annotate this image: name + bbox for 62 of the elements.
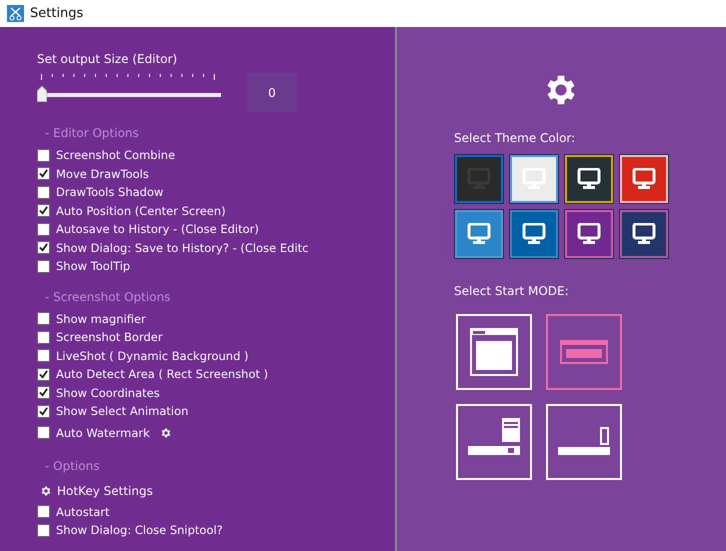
option-label: Screenshot Border (56, 330, 163, 344)
monitor-icon (632, 223, 656, 245)
option-label: Show Dialog: Save to History? - (Close Editc (56, 240, 308, 255)
checkbox[interactable] (37, 260, 50, 273)
start-mode-option[interactable] (546, 314, 622, 390)
checkbox[interactable] (37, 148, 50, 162)
theme-swatch[interactable] (619, 209, 669, 259)
option-label: Auto Position (Center Screen) (56, 204, 226, 218)
option-label: Show ToolTip (56, 259, 130, 274)
checkbox[interactable] (37, 349, 50, 362)
theme-swatch[interactable] (564, 209, 614, 259)
option-label: Move DrawTools (56, 166, 149, 181)
theme-swatch[interactable] (564, 154, 614, 204)
option-label: Auto Watermark (56, 426, 150, 440)
gear-icon (40, 484, 52, 496)
theme-swatch[interactable] (509, 209, 559, 259)
checkbox[interactable] (37, 524, 50, 537)
checkbox[interactable] (37, 426, 50, 439)
monitor-icon (632, 168, 656, 190)
slider-thumb[interactable] (37, 86, 47, 102)
option-label: Show magnifier (56, 312, 146, 326)
section-heading: - Options (45, 458, 100, 472)
option-label: Show Select Animation (56, 404, 188, 418)
checkbox[interactable] (37, 404, 50, 418)
monitor-icon (577, 168, 601, 190)
theme-swatch[interactable] (454, 209, 504, 259)
checkbox[interactable] (37, 204, 50, 218)
section-heading: - Screenshot Options (45, 290, 172, 304)
section-heading: - Editor Options (45, 126, 140, 140)
option-label: Show Dialog: Close Sniptool? (56, 523, 223, 538)
checkbox[interactable] (37, 312, 50, 326)
monitor-icon (522, 223, 546, 245)
window-title: Settings (30, 6, 84, 21)
window-icon (470, 328, 518, 376)
scissors-icon (7, 5, 24, 22)
checkbox[interactable] (37, 505, 50, 518)
checkbox[interactable] (37, 368, 50, 381)
option-label: LiveShot ( Dynamic Background ) (56, 348, 249, 363)
option-label: Auto Detect Area ( Rect Screenshot ) (56, 367, 268, 382)
monitor-icon (577, 223, 601, 245)
option-label: Autostart (56, 504, 110, 519)
taskbar-icon (558, 427, 610, 457)
checkbox[interactable] (37, 186, 50, 199)
start-mode-label: Select Start MODE: (454, 284, 570, 298)
option-label: Screenshot Combine (56, 148, 176, 162)
region-window-icon (560, 340, 608, 364)
theme-swatch[interactable] (454, 154, 504, 204)
checkbox[interactable] (37, 241, 50, 254)
theme-swatch[interactable] (509, 154, 559, 204)
monitor-icon (467, 223, 491, 245)
checkbox[interactable] (37, 330, 50, 344)
checkbox[interactable] (37, 222, 50, 236)
checkbox[interactable] (37, 167, 50, 180)
hotkey-settings-link[interactable]: HotKey Settings (40, 484, 153, 498)
checkbox[interactable] (37, 386, 50, 400)
value-field[interactable]: 0 (247, 73, 297, 112)
theme-label: Select Theme Color: (454, 131, 576, 145)
option-label: DrawTools Shadow (56, 185, 164, 200)
slider-label: Set output Size (Editor) (37, 52, 178, 66)
settings-icon (160, 426, 172, 438)
option-label: Show Coordinates (56, 386, 160, 400)
option-label: Autosave to History - (Close Editor) (56, 222, 259, 236)
